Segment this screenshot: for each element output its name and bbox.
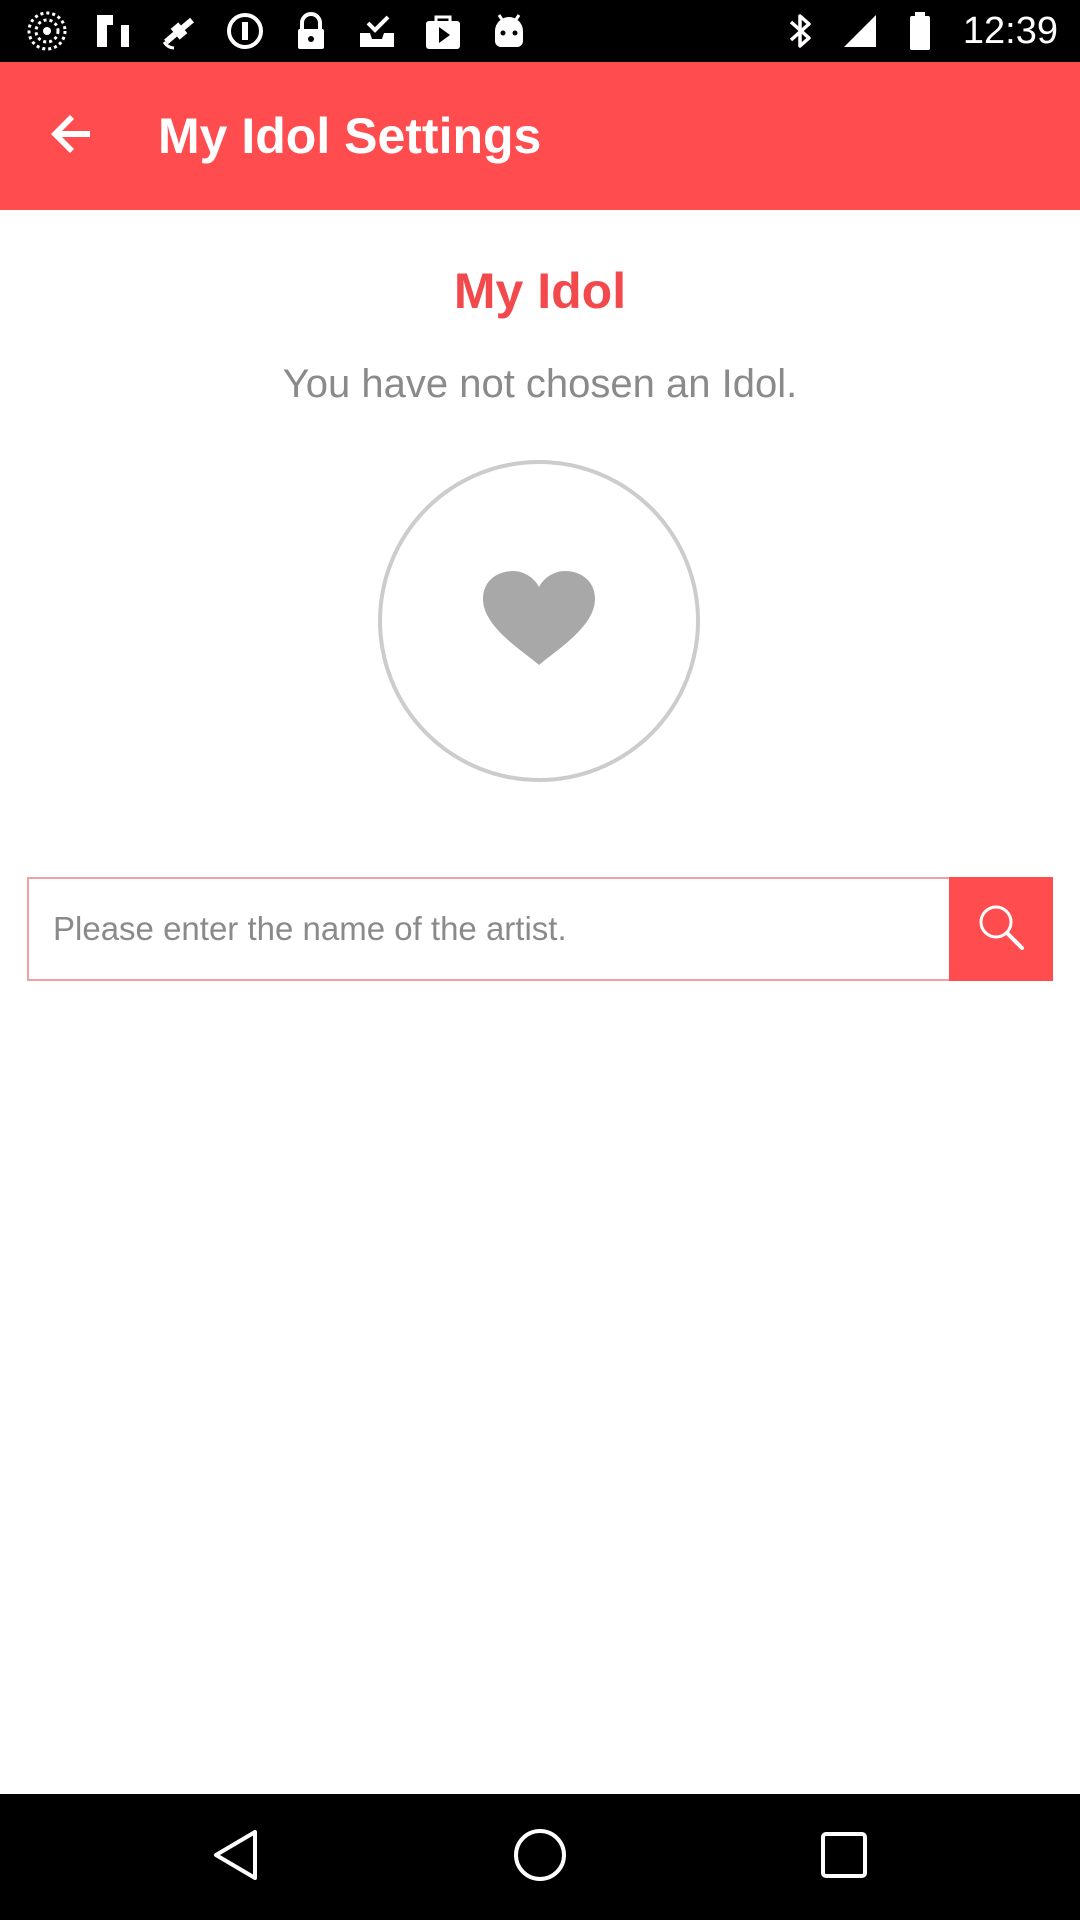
app-bar: My Idol Settings bbox=[0, 62, 1080, 210]
android-robot-icon bbox=[486, 8, 532, 54]
screen: 12:39 My Idol Settings My Idol You have … bbox=[0, 0, 1080, 1920]
bluetooth-icon bbox=[777, 8, 823, 54]
arrow-back-icon bbox=[50, 112, 94, 161]
search-button[interactable] bbox=[949, 877, 1053, 981]
clock: 12:39 bbox=[962, 9, 1058, 52]
info-circle-icon bbox=[222, 8, 268, 54]
recents-square-icon bbox=[819, 1830, 869, 1885]
status-bar: 12:39 bbox=[0, 0, 1080, 62]
status-icons-right: 12:39 bbox=[777, 0, 1058, 62]
nav-back-button[interactable] bbox=[203, 1824, 269, 1890]
section-title: My Idol bbox=[453, 263, 627, 319]
play-bag-icon bbox=[420, 8, 466, 54]
nav-bar bbox=[0, 1794, 1080, 1920]
nav-home-button[interactable] bbox=[507, 1824, 573, 1890]
status-icons-left bbox=[24, 8, 532, 54]
idol-avatar[interactable] bbox=[378, 460, 700, 782]
heart-icon bbox=[483, 570, 595, 672]
lock-icon bbox=[288, 8, 334, 54]
satellite-icon bbox=[156, 8, 202, 54]
search-icon bbox=[975, 901, 1027, 958]
battery-icon bbox=[897, 8, 943, 54]
page-title: My Idol Settings bbox=[158, 108, 542, 164]
nav-recents-button[interactable] bbox=[811, 1824, 877, 1890]
idol-status-message: You have not chosen an Idol. bbox=[282, 362, 798, 406]
artist-search bbox=[27, 877, 1053, 981]
back-button[interactable] bbox=[36, 100, 108, 172]
fake-gps-icon bbox=[90, 8, 136, 54]
home-circle-icon bbox=[512, 1827, 568, 1888]
artist-search-input[interactable] bbox=[27, 877, 949, 981]
signal-icon bbox=[837, 8, 883, 54]
check-inbox-icon bbox=[354, 8, 400, 54]
radar-icon bbox=[24, 8, 70, 54]
back-triangle-icon bbox=[211, 1828, 261, 1887]
